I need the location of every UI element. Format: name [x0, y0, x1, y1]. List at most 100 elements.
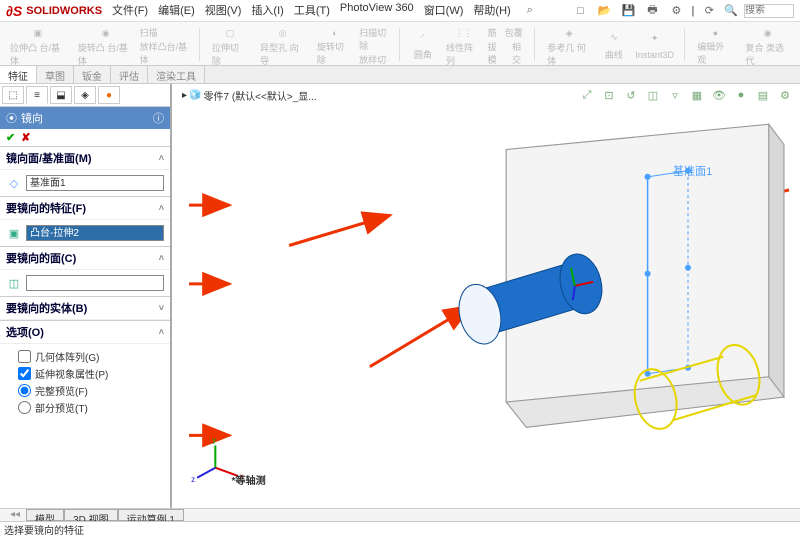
app-name: SOLIDWORKS — [26, 5, 102, 17]
ok-button[interactable]: ✔ — [6, 131, 15, 144]
radio-full[interactable] — [18, 384, 31, 397]
ribbon-rib[interactable]: 筋 — [488, 26, 497, 39]
command-ribbon: ▣拉伸凸 台/基体 ◉旋转凸 台/基体 扫描 放样凸台/基体 边界凸台/基体 ▢… — [0, 22, 800, 66]
chevron-down-icon: ˅ — [159, 303, 164, 313]
option-geometry-pattern[interactable]: 几何体阵列(G) — [18, 349, 164, 364]
ribbon-ref-geometry[interactable]: ◈参考几 何体 — [541, 26, 597, 63]
plane-icon: ◇ — [6, 175, 22, 191]
tab-appearance[interactable]: ● — [98, 86, 120, 104]
menu-photoview[interactable]: PhotoView 360 — [340, 2, 414, 20]
tab-motion[interactable]: 运动算例 1 — [118, 509, 184, 521]
tab-3dview[interactable]: 3D 视图 — [64, 509, 118, 521]
revolve-boss-icon: ◉ — [96, 28, 116, 39]
section-features-label: 要镜向的特征(F) — [6, 200, 86, 216]
section-bodies[interactable]: 要镜向的实体(B) ˅ — [0, 296, 170, 320]
ribbon-linear-pattern[interactable]: ⋮⋮线性阵 列 — [440, 26, 488, 63]
ribbon-intersect[interactable]: 相交 — [512, 40, 528, 66]
chevron-up-icon: ˄ — [159, 153, 164, 163]
menu-view[interactable]: 视图(V) — [205, 2, 242, 20]
ribbon-instant3d[interactable]: ✦Instant3D — [631, 26, 678, 63]
option-full-label: 完整预览(F) — [35, 383, 88, 398]
ribbon-loft-boss[interactable]: 放样凸台/基体 — [140, 40, 193, 66]
ribbon-extrude-cut[interactable]: ▢拉伸切 除 — [206, 26, 254, 63]
ribbon-edit-appearance[interactable]: ●编辑外 观 — [691, 26, 739, 63]
tab-features[interactable]: 特征 — [0, 66, 37, 83]
menu-help[interactable]: 帮助(H) — [473, 2, 510, 20]
menu-edit[interactable]: 编辑(E) — [158, 2, 195, 20]
option-partial-preview[interactable]: 部分预览(T) — [18, 400, 164, 415]
open-icon[interactable]: 📂 — [595, 2, 613, 20]
ribbon-curves[interactable]: ∿曲线 — [597, 26, 631, 63]
save-icon[interactable]: 💾 — [619, 2, 637, 20]
pm-title: 镜向 — [21, 110, 43, 126]
tab-feature-tree[interactable]: ⬚ — [2, 86, 24, 104]
ribbon-sweep-cut[interactable]: 扫描切除 — [359, 26, 393, 52]
section-features[interactable]: 要镜向的特征(F) ˄ — [0, 196, 170, 220]
face-icon: ◫ — [6, 275, 22, 291]
title-bar: ∂S SOLIDWORKS 文件(F) 编辑(E) 视图(V) 插入(I) 工具… — [0, 0, 800, 22]
features-input[interactable]: 凸台-拉伸2 — [26, 225, 164, 241]
ribbon-copy-appearance[interactable]: ◉复合 类选代 — [739, 26, 796, 63]
ribbon-wrap[interactable]: 包覆 — [505, 26, 523, 39]
tab-sheetmetal[interactable]: 钣金 — [74, 66, 111, 83]
menu-tools[interactable]: 工具(T) — [294, 2, 330, 20]
ribbon-extrude-boss[interactable]: ▣拉伸凸 台/基体 — [4, 26, 72, 63]
tab-model[interactable]: 模型 — [26, 509, 64, 521]
rebuild-icon[interactable]: ⟳ — [700, 2, 718, 20]
checkbox-geom[interactable] — [18, 350, 31, 363]
print-icon[interactable]: 🖶 — [643, 2, 661, 20]
tab-sketch[interactable]: 草图 — [37, 66, 74, 83]
ref-geom-icon: ◈ — [559, 28, 579, 39]
radio-partial[interactable] — [18, 401, 31, 414]
main-area: ⬚ ≡ ⬓ ◈ ● ⦿ 镜向 ⓘ ✔ ✘ 镜向面/基准面(M) ˄ ◇ 基准面1… — [0, 84, 800, 508]
tab-property-manager[interactable]: ≡ — [26, 86, 48, 104]
ribbon-fillet[interactable]: ◜圆角 — [406, 26, 440, 63]
menu-file[interactable]: 文件(F) — [112, 2, 148, 20]
menu-window[interactable]: 窗口(W) — [424, 2, 464, 20]
faces-input[interactable] — [26, 275, 164, 291]
ribbon-sweep[interactable]: 扫描 — [140, 26, 193, 39]
section-faces[interactable]: 要镜向的面(C) ˄ — [0, 246, 170, 270]
plane-label: 基准面1 — [673, 165, 713, 178]
section-bodies-label: 要镜向的实体(B) — [6, 300, 87, 316]
search-input[interactable] — [744, 4, 794, 18]
ribbon-loft-cut[interactable]: 放样切除 — [359, 53, 393, 66]
section-mirror-plane-label: 镜向面/基准面(M) — [6, 150, 92, 166]
hole-wizard-icon: ◎ — [273, 28, 293, 39]
graphics-viewport[interactable]: ▸ 🧊 零件7 (默认<<默认>_显... ⤢ ⊡ ↺ ◫ ▿ ▦ 👁 ● ▤ … — [172, 84, 800, 508]
tab-dimxpert[interactable]: ◈ — [74, 86, 96, 104]
linear-pattern-icon: ⋮⋮ — [454, 28, 474, 39]
tab-config[interactable]: ⬓ — [50, 86, 72, 104]
instant3d-icon: ✦ — [645, 28, 665, 48]
status-bar: 选择要镜向的特征 — [0, 521, 800, 535]
tab-scroll-left[interactable]: ◂◂ — [4, 509, 26, 521]
option-full-preview[interactable]: 完整预览(F) — [18, 383, 164, 398]
checkbox-visual[interactable] — [18, 367, 31, 380]
ribbon-draft[interactable]: 拔模 — [488, 40, 504, 66]
ribbon-hole-wizard[interactable]: ◎异型孔 向导 — [254, 26, 311, 63]
ribbon-revolve-boss[interactable]: ◉旋转凸 台/基体 — [72, 26, 140, 63]
help-icon[interactable]: ⓘ — [153, 110, 164, 126]
curves-icon: ∿ — [604, 28, 624, 46]
bottom-tabs: ◂◂ 模型 3D 视图 运动算例 1 — [0, 508, 800, 521]
new-icon[interactable]: □ — [571, 2, 589, 20]
options-icon[interactable]: ⚙ — [667, 2, 685, 20]
option-visual-props[interactable]: 延伸视象属性(P) — [18, 366, 164, 381]
ribbon-revolve-cut[interactable]: ◐旋转切 除 — [311, 26, 359, 63]
left-pane-tabs: ⬚ ≡ ⬓ ◈ ● — [0, 84, 170, 107]
extrude-cut-icon: ▢ — [220, 28, 240, 39]
property-manager-pane: ⬚ ≡ ⬓ ◈ ● ⦿ 镜向 ⓘ ✔ ✘ 镜向面/基准面(M) ˄ ◇ 基准面1… — [0, 84, 172, 508]
section-mirror-plane[interactable]: 镜向面/基准面(M) ˄ — [0, 146, 170, 170]
section-faces-label: 要镜向的面(C) — [6, 250, 76, 266]
tab-render[interactable]: 渲染工具 — [148, 66, 205, 83]
section-options[interactable]: 选项(O) ˄ — [0, 320, 170, 344]
app-logo: ∂S SOLIDWORKS — [6, 3, 102, 19]
menu-search-icon[interactable]: ⌕ — [521, 2, 539, 20]
svg-text:z: z — [191, 475, 195, 484]
mirror-plane-input[interactable]: 基准面1 — [26, 175, 164, 191]
menu-insert[interactable]: 插入(I) — [251, 2, 283, 20]
tab-evaluate[interactable]: 评估 — [111, 66, 148, 83]
cancel-button[interactable]: ✘ — [21, 131, 30, 144]
pm-confirm-row: ✔ ✘ — [0, 129, 170, 146]
annotation-arrow — [370, 306, 471, 367]
